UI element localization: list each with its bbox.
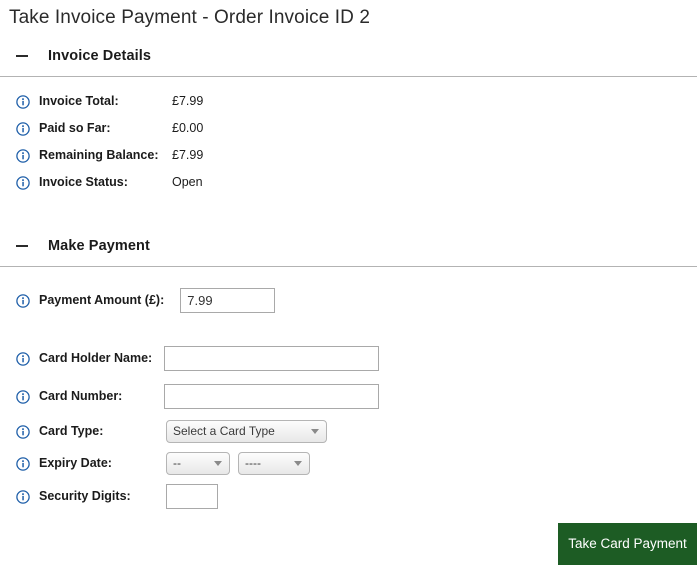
security-digits-label: Security Digits: xyxy=(39,489,131,503)
info-icon xyxy=(16,457,30,471)
card-type-select[interactable]: Select a Card Type xyxy=(166,419,327,443)
section-divider xyxy=(0,266,697,267)
detail-label: Paid so Far: xyxy=(39,121,111,135)
card-type-label: Card Type: xyxy=(39,424,104,438)
detail-label: Invoice Total: xyxy=(39,94,119,108)
payment-form: Payment Amount (£): Card Holder Name: Ca… xyxy=(0,281,697,513)
info-icon xyxy=(16,149,30,163)
minus-icon[interactable] xyxy=(15,48,31,64)
info-icon xyxy=(16,122,30,136)
expiry-date-label: Expiry Date: xyxy=(39,456,112,470)
detail-row: Remaining Balance: £7.99 xyxy=(16,148,697,175)
form-row-card-type: Card Type: Select a Card Type xyxy=(16,415,697,447)
detail-value: £7.99 xyxy=(172,94,204,108)
payment-amount-label: Payment Amount (£): xyxy=(39,293,165,307)
detail-row: Invoice Status: Open xyxy=(16,175,697,202)
form-row-card-holder: Card Holder Name: xyxy=(16,339,697,377)
info-icon xyxy=(16,425,30,439)
card-holder-name-label: Card Holder Name: xyxy=(39,351,153,365)
invoice-details-section-header[interactable]: Invoice Details xyxy=(0,42,697,70)
info-icon xyxy=(16,390,30,404)
info-icon xyxy=(16,294,30,308)
minus-icon[interactable] xyxy=(15,238,31,254)
invoice-details-list: Invoice Total: £7.99 Paid so Far: £0.00 … xyxy=(0,94,697,202)
form-row-security-digits: Security Digits: xyxy=(16,479,697,513)
payment-amount-input[interactable] xyxy=(180,287,276,313)
make-payment-heading: Make Payment xyxy=(48,238,150,254)
detail-value: Open xyxy=(172,175,203,189)
info-icon xyxy=(16,95,30,109)
info-icon xyxy=(16,176,30,190)
card-number-label: Card Number: xyxy=(39,389,123,403)
invoice-details-heading: Invoice Details xyxy=(48,48,152,64)
form-row-payment-amount: Payment Amount (£): xyxy=(16,281,697,319)
expiry-month-select[interactable]: -- xyxy=(166,451,230,475)
make-payment-section-header[interactable]: Make Payment xyxy=(0,232,697,260)
section-divider xyxy=(0,76,697,77)
form-row-expiry-date: Expiry Date: -- ---- xyxy=(16,447,697,479)
card-number-input[interactable] xyxy=(164,383,379,409)
expiry-year-select[interactable]: ---- xyxy=(238,451,310,475)
info-icon xyxy=(16,490,30,504)
take-card-payment-button[interactable]: Take Card Payment xyxy=(558,523,697,565)
detail-value: £0.00 xyxy=(172,121,204,135)
form-row-card-number: Card Number: xyxy=(16,377,697,415)
detail-label: Invoice Status: xyxy=(39,175,128,189)
detail-row: Paid so Far: £0.00 xyxy=(16,121,697,148)
detail-value: £7.99 xyxy=(172,148,204,162)
card-holder-name-input[interactable] xyxy=(164,345,379,371)
security-digits-input[interactable] xyxy=(166,483,218,509)
detail-row: Invoice Total: £7.99 xyxy=(16,94,697,121)
detail-label: Remaining Balance: xyxy=(39,148,159,162)
page-title: Take Invoice Payment - Order Invoice ID … xyxy=(9,7,371,28)
info-icon xyxy=(16,352,30,366)
